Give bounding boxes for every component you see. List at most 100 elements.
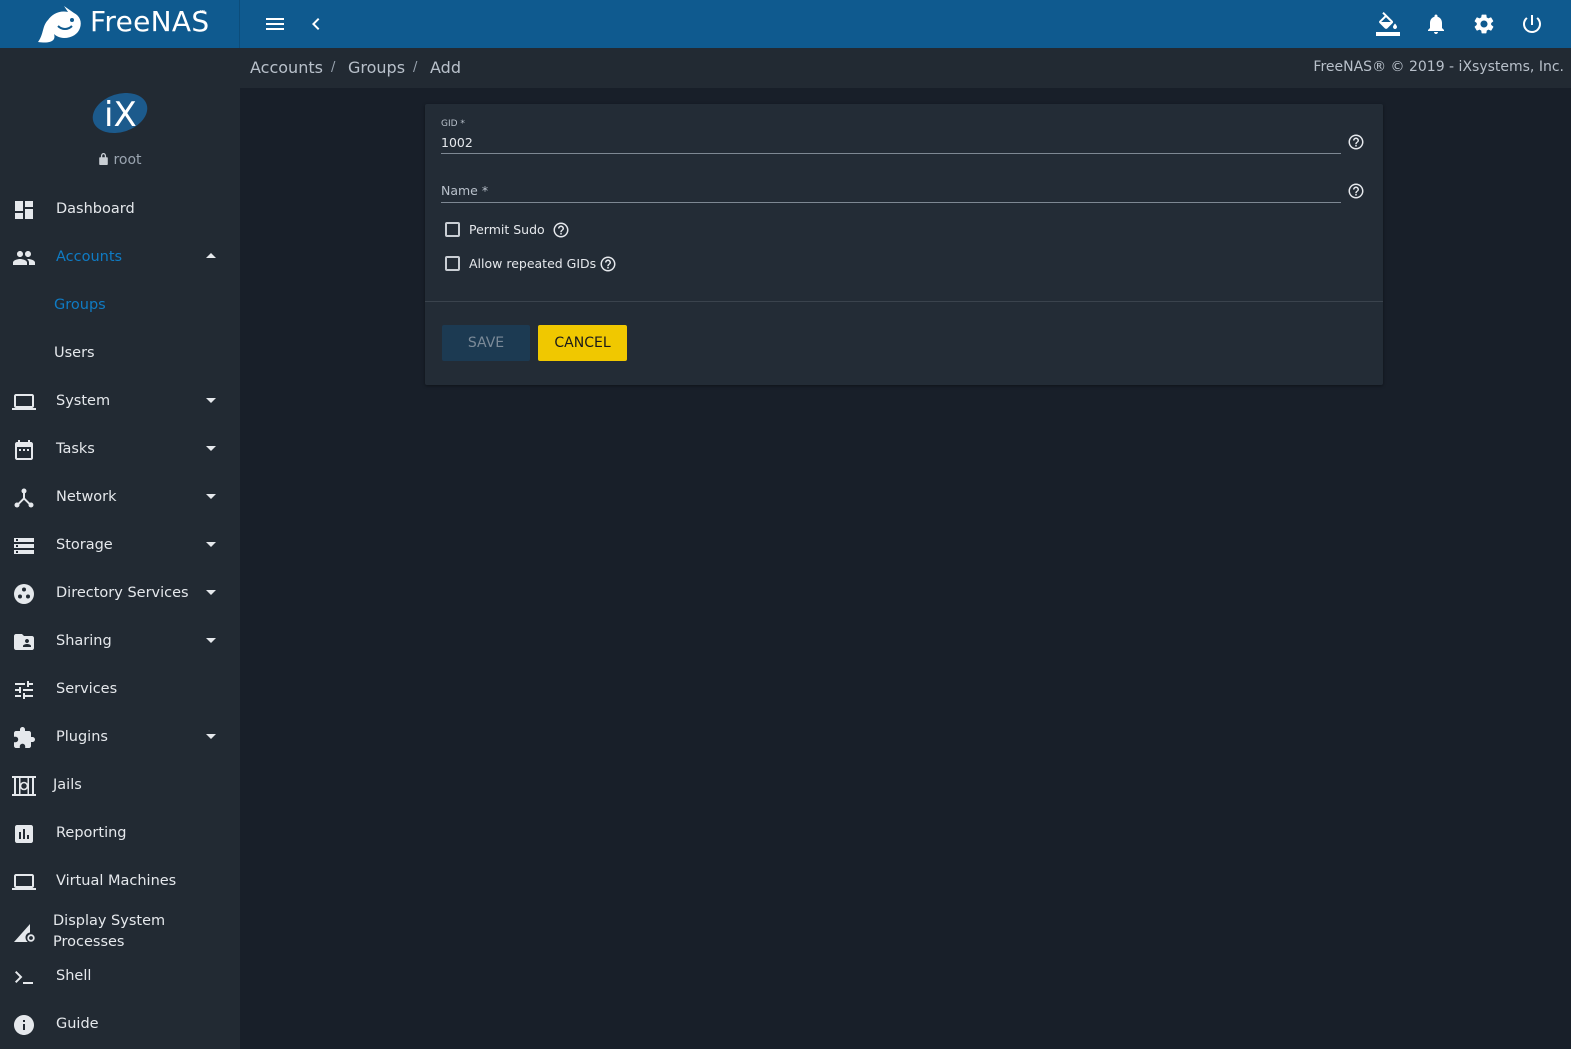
sidebar-item-storage[interactable]: Storage (0, 524, 240, 568)
freenas-shark-logo-icon (38, 6, 81, 43)
breadcrumb-groups[interactable]: Groups (348, 58, 405, 77)
chevron-down-icon (206, 398, 216, 403)
sidebar-item-label: Sharing (56, 633, 112, 649)
name-input[interactable]: Name * (441, 183, 488, 198)
sidebar-item-label: Tasks (56, 441, 95, 457)
notifications-bell-icon[interactable] (1424, 12, 1448, 36)
breadcrumb-accounts[interactable]: Accounts (250, 58, 323, 77)
people-icon (12, 246, 36, 270)
breadcrumb-add: Add (430, 58, 461, 77)
form-divider (425, 301, 1383, 302)
sidebar-item-users[interactable]: Users (0, 332, 240, 376)
ix-logo-icon: iX (92, 92, 148, 135)
sidebar-item-reporting[interactable]: Reporting (0, 812, 240, 856)
chevron-down-icon (206, 446, 216, 451)
sidebar-item-network[interactable]: Network (0, 476, 240, 520)
laptop-icon (12, 870, 36, 894)
top-bar: FreeNAS ™ (0, 0, 1571, 48)
sidebar-item-display-system-processes[interactable]: Display System Processes (0, 908, 240, 952)
chevron-up-icon (206, 253, 216, 258)
power-icon[interactable] (1520, 12, 1544, 36)
sidebar-item-shell[interactable]: Shell (0, 955, 240, 999)
sidebar-item-label: Guide (56, 1016, 99, 1032)
chevron-down-icon (206, 590, 216, 595)
sidebar-item-label: Accounts (56, 249, 123, 265)
dashboard-icon (12, 198, 36, 222)
sidebar-item-tasks[interactable]: Tasks (0, 428, 240, 472)
breadcrumb-separator: / (331, 60, 336, 75)
allow-repeated-gids-label: Allow repeated GIDs (469, 256, 597, 271)
sidebar-item-directory-services[interactable]: Directory Services (0, 572, 240, 616)
sidebar-item-label: Dashboard (56, 201, 135, 217)
add-group-form-card: GID * 1002 Name * Permit Sudo Allow repe… (425, 104, 1383, 385)
sidebar-item-system[interactable]: System (0, 380, 240, 424)
chevron-left-icon[interactable] (304, 12, 328, 36)
bar-chart-icon (12, 822, 36, 846)
save-button[interactable]: SAVE (442, 325, 530, 361)
chevron-down-icon (206, 494, 216, 499)
sidebar-item-label: System (56, 393, 111, 409)
chevron-down-icon (206, 542, 216, 547)
permit-sudo-label: Permit Sudo (469, 222, 545, 237)
tune-icon (12, 678, 36, 702)
calendar-icon (12, 438, 36, 462)
sidebar-item-label: Display System Processes (53, 913, 166, 950)
theme-paint-bucket-icon[interactable] (1376, 12, 1400, 36)
sidebar-item-label: Jails (53, 777, 82, 793)
sidebar-item-label: Users (54, 345, 95, 361)
sidebar-item-label: Services (56, 681, 118, 697)
sidebar-item-services[interactable]: Services (0, 668, 240, 712)
copyright-text: FreeNAS® © 2019 - iXsystems, Inc. (1313, 59, 1564, 75)
network-icon (12, 486, 36, 510)
gid-label: GID * (441, 119, 465, 129)
name-underline (441, 202, 1341, 203)
sidebar-item-sharing[interactable]: Sharing (0, 620, 240, 664)
permit-sudo-checkbox[interactable] (445, 222, 460, 237)
chevron-down-icon (206, 638, 216, 643)
gid-help-icon[interactable] (1347, 133, 1365, 151)
gid-underline (441, 153, 1341, 154)
sidebar-item-accounts[interactable]: Accounts (0, 236, 240, 280)
sidebar-item-virtual-machines[interactable]: Virtual Machines (0, 860, 240, 904)
jail-icon (12, 774, 36, 798)
brand-name: FreeNAS (90, 5, 210, 38)
laptop-icon (12, 390, 36, 414)
svg-text:iX: iX (104, 95, 137, 135)
sidebar-item-label: Directory Services (56, 585, 189, 601)
sidebar-item-label: Reporting (56, 825, 127, 841)
sidebar-item-groups[interactable]: Groups (0, 284, 240, 328)
sidebar-item-label: Storage (56, 537, 113, 553)
info-icon (12, 1013, 36, 1037)
sidebar-item-jails[interactable]: Jails (0, 764, 240, 808)
sidebar-item-label: Plugins (56, 729, 108, 745)
name-help-icon[interactable] (1347, 182, 1365, 200)
cancel-button[interactable]: CANCEL (538, 325, 627, 361)
sidebar-item-label: Shell (56, 968, 92, 984)
permit-sudo-help-icon[interactable] (552, 221, 570, 239)
console-icon (12, 965, 36, 989)
settings-gear-icon[interactable] (1472, 12, 1496, 36)
chevron-down-icon (206, 734, 216, 739)
menu-icon[interactable] (263, 12, 287, 36)
sidebar-item-label: Virtual Machines (56, 873, 177, 889)
shared-folder-icon (12, 630, 36, 654)
lock-icon (99, 153, 109, 165)
brand-trademark: ™ (199, 9, 206, 17)
sidebar-item-guide[interactable]: Guide (0, 1003, 240, 1047)
puzzle-icon (12, 726, 36, 750)
sidebar-item-label: Groups (54, 297, 106, 313)
profile-user[interactable]: root (0, 152, 240, 168)
directory-icon (12, 582, 36, 606)
system-processes-icon (12, 920, 36, 944)
storage-icon (12, 534, 36, 558)
gid-input[interactable]: 1002 (441, 135, 473, 150)
allow-repeated-gids-help-icon[interactable] (599, 255, 617, 273)
brand-area[interactable]: FreeNAS ™ (0, 0, 240, 48)
breadcrumb: Accounts / Groups / Add FreeNAS® © 2019 … (240, 48, 1571, 88)
sidebar: iX root Dashboard Accounts Groups Users … (0, 48, 240, 1049)
allow-repeated-gids-checkbox[interactable] (445, 256, 460, 271)
sidebar-item-dashboard[interactable]: Dashboard (0, 188, 240, 232)
breadcrumb-separator: / (413, 60, 418, 75)
sidebar-item-plugins[interactable]: Plugins (0, 716, 240, 760)
sidebar-item-label: Network (56, 489, 117, 505)
